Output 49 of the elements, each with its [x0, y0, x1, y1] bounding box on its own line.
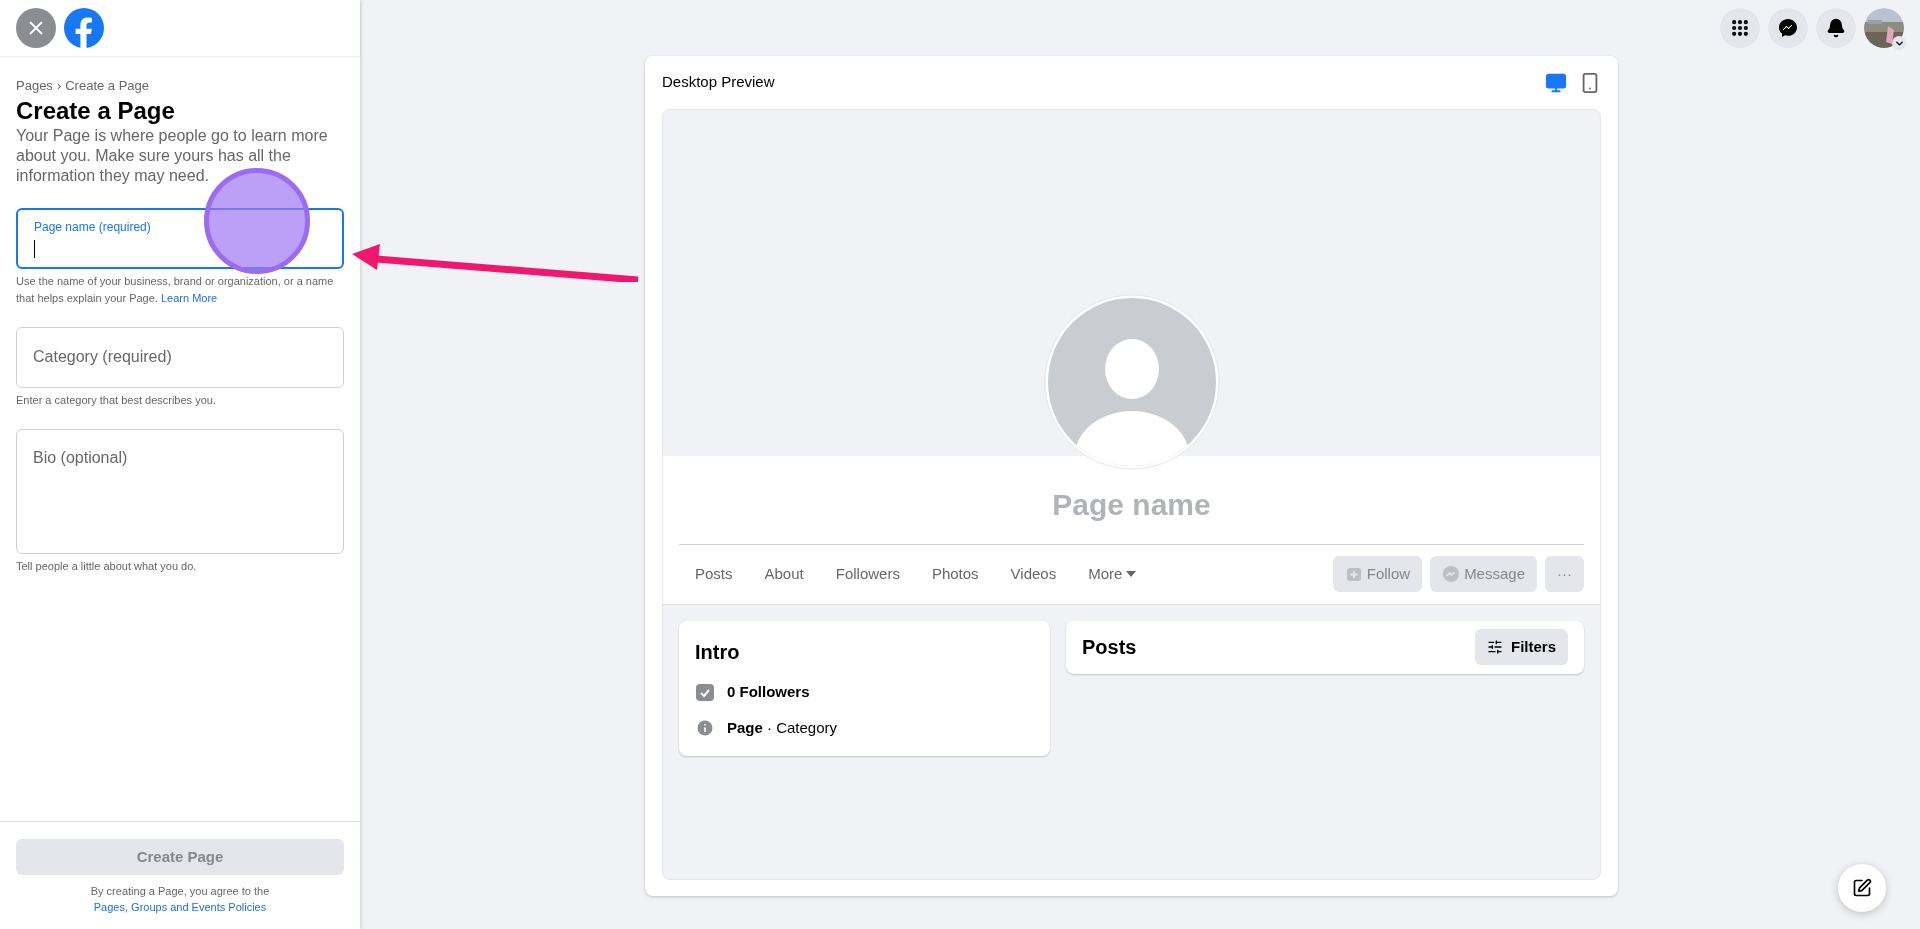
page-description: Your Page is where people go to learn more about you. Make sure yours has all the information they may need. [16, 125, 329, 186]
helper-text: Enter a category that best describes you. [16, 392, 217, 408]
intro-item-text: Page · Category [727, 718, 838, 738]
field-placeholder: Category (required) [33, 347, 173, 367]
intro-item-text: 0 Followers [727, 681, 810, 702]
profile-tab[interactable]: Videos [994, 552, 1073, 596]
facebook-logo-icon[interactable] [64, 8, 104, 48]
follow-icon [1344, 565, 1363, 583]
learn-more-link[interactable]: Learn More [160, 291, 218, 304]
account-chevron-icon [1892, 36, 1906, 50]
posts-title: Posts [1082, 635, 1137, 660]
profile-tab[interactable]: About [748, 552, 820, 596]
profile-tab[interactable]: Photos [915, 552, 995, 596]
messenger-button[interactable] [1768, 8, 1808, 48]
messenger-icon [1442, 565, 1461, 583]
close-button[interactable] [16, 8, 56, 48]
desktop-view-button[interactable] [1545, 71, 1567, 94]
filters-icon [1487, 639, 1503, 655]
info-icon [695, 718, 715, 739]
messenger-icon [1778, 18, 1798, 38]
breadcrumb-current: Create a Page [65, 77, 150, 95]
helper-text: Tell people a little about what you do. [16, 558, 198, 574]
followers-icon [695, 681, 715, 702]
profile-tab[interactable]: Posts [679, 552, 749, 596]
text-cursor [34, 240, 35, 258]
menu-icon [1730, 18, 1750, 38]
filters-button[interactable]: Filters [1475, 629, 1568, 665]
page-name-heading: Page name [1052, 487, 1211, 523]
text-field[interactable]: Category (required) [16, 326, 344, 388]
policies-link[interactable]: Pages, Groups and Events Policies [93, 901, 267, 913]
terms-text: By creating a Page, you agree to the Pages, Groups and Events Policies [89, 884, 271, 915]
preview-title: Desktop Preview [662, 72, 775, 93]
profile-tab[interactable]: More [1072, 552, 1153, 596]
new-message-button[interactable] [1838, 864, 1886, 912]
bio-field[interactable]: Bio (optional) [16, 428, 344, 554]
field-label: Page name (required) [34, 219, 152, 236]
breadcrumb-separator: › [56, 77, 62, 95]
helper-text: Use the name of your business, brand or organization, or a name that helps explain your Page. Learn More [16, 273, 335, 306]
account-button[interactable] [1864, 8, 1904, 48]
menu-button[interactable] [1720, 8, 1760, 48]
compose-icon [1852, 878, 1872, 898]
notifications-button[interactable] [1816, 8, 1856, 48]
intro-title: Intro [695, 639, 741, 665]
bell-icon [1826, 18, 1846, 38]
caret-icon [1126, 571, 1137, 577]
field-placeholder: Bio (optional) [33, 447, 129, 468]
page-title: Create a Page [16, 95, 176, 126]
breadcrumb-link[interactable]: Pages [16, 76, 53, 96]
profile-tab[interactable]: Followers [819, 552, 916, 596]
